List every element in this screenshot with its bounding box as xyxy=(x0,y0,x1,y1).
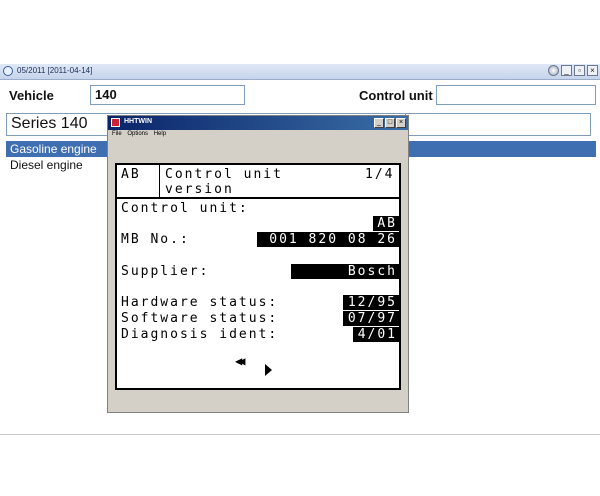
header-divider-vertical xyxy=(159,165,160,197)
close-button[interactable]: × xyxy=(587,65,598,76)
menu-file[interactable]: File xyxy=(112,131,122,137)
menu-help[interactable]: Help xyxy=(154,131,166,137)
series-field-extension xyxy=(405,113,591,136)
hhtwin-menubar: File Options Help xyxy=(108,131,408,142)
screen-code: AB xyxy=(121,167,141,182)
screen-heading-line2: version xyxy=(165,182,234,197)
hhtwin-close-button[interactable]: × xyxy=(396,118,406,128)
hhtwin-title: HHTWIN xyxy=(124,118,152,125)
menu-options[interactable]: Options xyxy=(127,131,148,137)
vehicle-label: Vehicle xyxy=(9,88,54,103)
vehicle-field[interactable]: 140 xyxy=(90,85,245,105)
app-icon xyxy=(3,66,13,76)
hardware-status-value: 12/95 xyxy=(343,295,399,310)
hhtwin-titlebar: HHTWIN _ □ × xyxy=(108,116,408,130)
window-title: 05/2011 [2011-04-14] xyxy=(17,66,93,75)
control-unit-label: Control unit xyxy=(359,88,433,103)
hardware-status-label: Hardware status: xyxy=(121,295,279,310)
hhtwin-minimize-button[interactable]: _ xyxy=(374,118,384,128)
hhtwin-window-controls: _ □ × xyxy=(374,118,406,128)
header-divider xyxy=(117,197,399,199)
control-unit-field[interactable] xyxy=(436,85,596,105)
minimize-button[interactable]: _ xyxy=(561,65,572,76)
maximize-button[interactable]: ▫ xyxy=(574,65,585,76)
software-status-label: Software status: xyxy=(121,311,279,326)
main-titlebar: 05/2011 [2011-04-14] _ ▫ × xyxy=(0,64,600,80)
help-icon[interactable] xyxy=(548,65,559,76)
double-left-arrow-icon[interactable]: ◀◀ xyxy=(235,354,246,368)
window-controls: _ ▫ × xyxy=(548,65,598,76)
right-arrow-icon[interactable] xyxy=(265,364,272,376)
mb-number-label: MB No.: xyxy=(121,232,190,247)
supplier-value: Bosch xyxy=(291,264,399,279)
control-unit-value: AB xyxy=(373,216,399,231)
software-status-value: 07/97 xyxy=(343,311,399,326)
supplier-label: Supplier: xyxy=(121,264,210,279)
mb-number-value: 001 820 08 26 xyxy=(257,232,399,247)
hhtwin-app-icon xyxy=(111,118,120,127)
diagnosis-ident-value: 4/01 xyxy=(353,327,399,342)
diagnostic-screen: AB Control unit version 1/4 Control unit… xyxy=(115,163,401,390)
hhtwin-maximize-button[interactable]: □ xyxy=(385,118,395,128)
screen-page-indicator: 1/4 xyxy=(365,167,395,182)
diagnosis-ident-label: Diagnosis ident: xyxy=(121,327,279,342)
hhtwin-window: HHTWIN _ □ × File Options Help AB Contro… xyxy=(107,115,409,413)
control-unit-caption: Control unit: xyxy=(121,201,249,216)
screen-heading-line1: Control unit xyxy=(165,167,283,182)
